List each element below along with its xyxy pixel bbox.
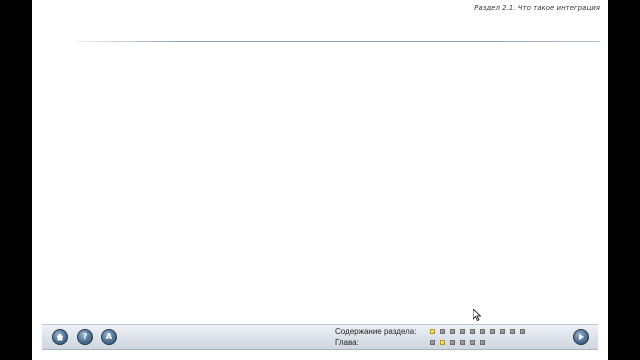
chapter-marker[interactable] [480, 340, 485, 345]
next-button[interactable] [573, 329, 589, 345]
progress-markers [430, 326, 530, 348]
section-contents-marker[interactable] [480, 329, 485, 334]
mouse-cursor-icon [473, 309, 481, 321]
letter-a-icon: A [105, 332, 113, 341]
section-contents-markers [430, 326, 530, 337]
header-divider [76, 41, 600, 42]
section-contents-marker[interactable] [470, 329, 475, 334]
section-contents-marker[interactable] [510, 329, 515, 334]
chapter-marker[interactable] [470, 340, 475, 345]
play-arrow-icon [579, 334, 584, 340]
home-button[interactable] [52, 329, 68, 345]
chapter-marker[interactable] [430, 340, 435, 345]
bottom-navigation-bar: ? A Содержание раздела: Глава: [42, 324, 598, 350]
home-icon [56, 333, 64, 341]
chapter-marker[interactable] [440, 340, 445, 345]
content-area [32, 44, 608, 320]
section-title: Раздел 2.1. Что такое интеграция [474, 4, 600, 12]
progress-labels: Содержание раздела: Глава: [335, 326, 416, 348]
a-button[interactable]: A [101, 329, 117, 345]
chapter-marker[interactable] [450, 340, 455, 345]
chapter-marker[interactable] [460, 340, 465, 345]
section-contents-marker[interactable] [460, 329, 465, 334]
chapter-label: Глава: [335, 338, 359, 347]
question-icon: ? [82, 332, 88, 341]
section-contents-marker[interactable] [450, 329, 455, 334]
help-button[interactable]: ? [77, 329, 93, 345]
section-contents-marker[interactable] [520, 329, 525, 334]
section-contents-marker[interactable] [430, 329, 435, 334]
section-contents-label: Содержание раздела: [335, 327, 417, 336]
section-contents-marker[interactable] [500, 329, 505, 334]
chapter-markers [430, 337, 530, 348]
lesson-frame: Раздел 2.1. Что такое интеграция ? A Сод… [32, 0, 608, 360]
section-contents-marker[interactable] [440, 329, 445, 334]
section-contents-marker[interactable] [490, 329, 495, 334]
